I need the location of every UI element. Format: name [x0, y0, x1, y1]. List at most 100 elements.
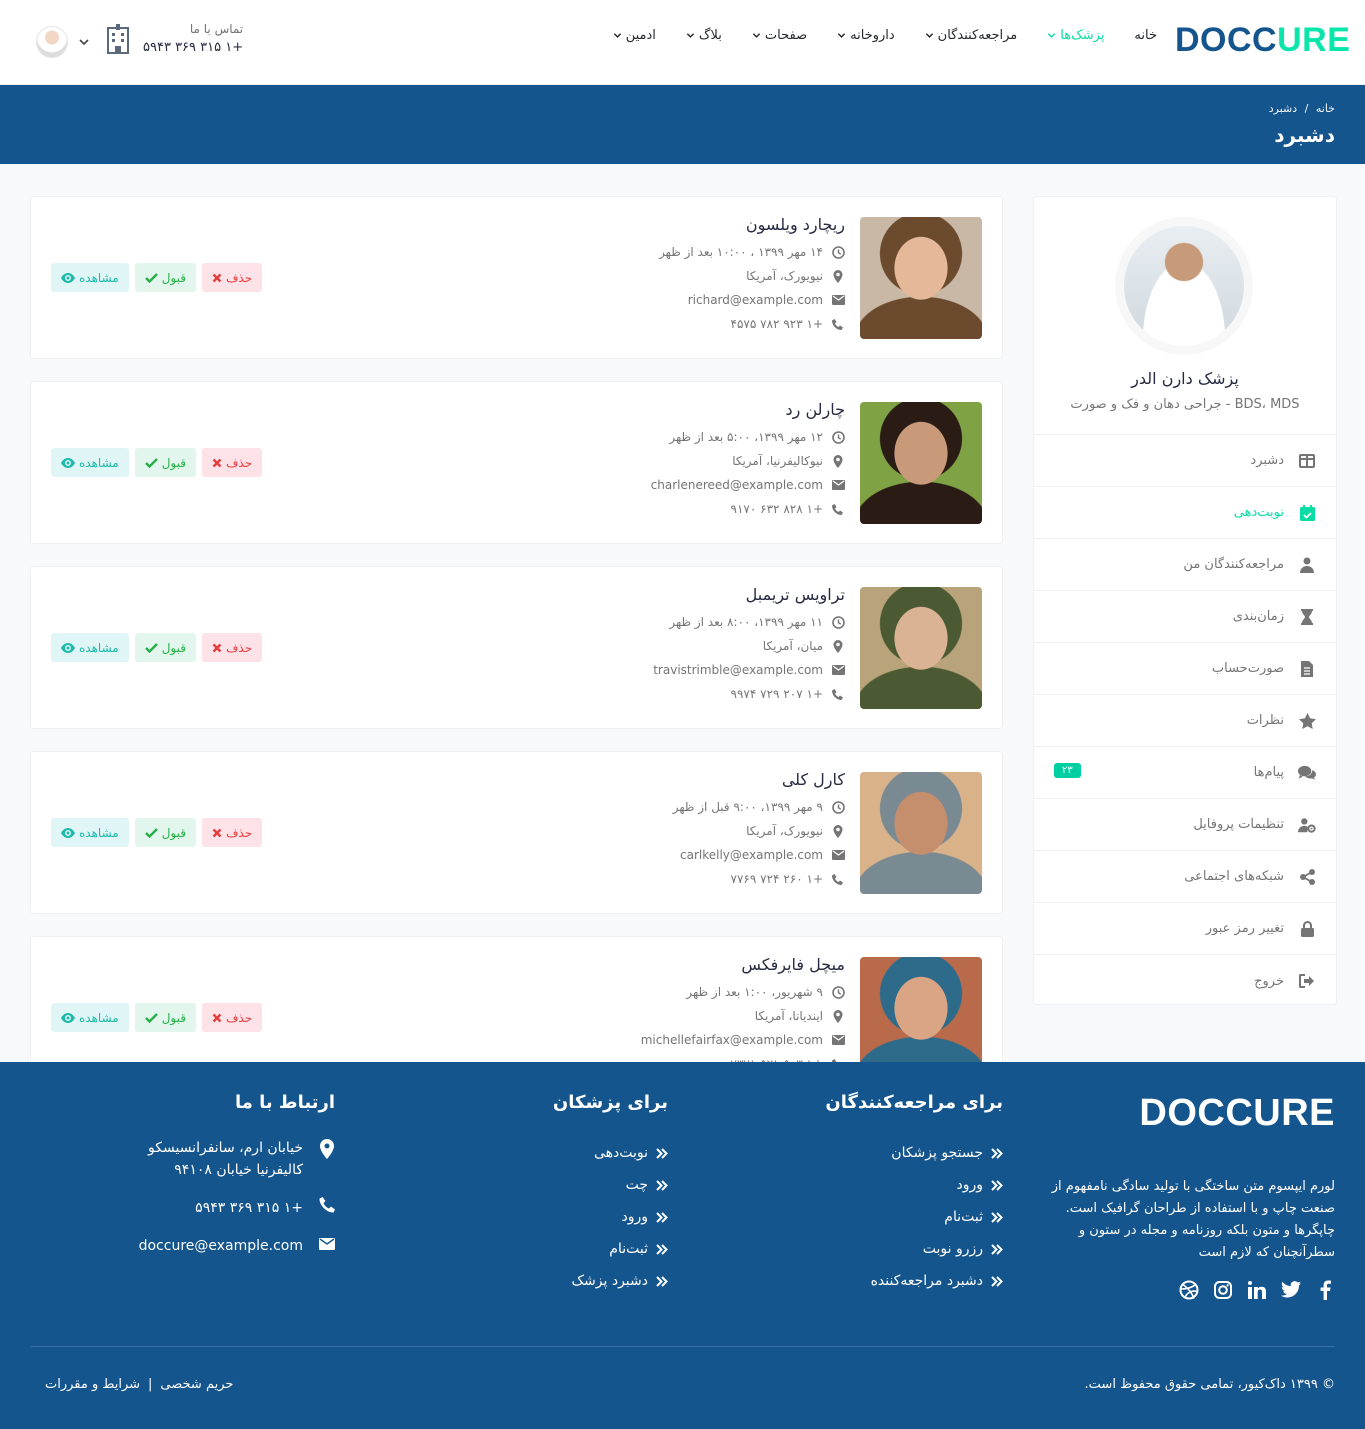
patient-phone: +۱ ۲۰۷ ۷۲۹ ۹۹۷۴	[730, 687, 823, 701]
patient-datetime: ۱۱ مهر ۱۳۹۹، ۸:۰۰ بعد از ظهر	[669, 615, 823, 629]
footer-link-label: نوبت‌دهی	[593, 1145, 648, 1161]
footer-phone-row: +۱ ۳۱۵ ۳۶۹ ۵۹۴۳	[30, 1197, 335, 1219]
footer-link[interactable]: دشبرد مراجعه‌کننده	[825, 1265, 1003, 1297]
envelope-icon	[319, 1238, 335, 1250]
delete-button[interactable]: حذف	[201, 633, 263, 662]
patient-name[interactable]: کارل کلی	[673, 770, 845, 789]
eye-icon	[61, 1012, 75, 1023]
breadcrumb-home[interactable]: خانه	[1316, 102, 1335, 115]
sidebar-item[interactable]: نوبت‌دهی	[1034, 487, 1336, 539]
times-icon	[212, 458, 222, 468]
sidebar-item[interactable]: زمان‌بندی	[1034, 591, 1336, 643]
twitter-icon[interactable]	[1281, 1280, 1301, 1300]
map-marker-icon	[831, 639, 845, 653]
sidebar-item[interactable]: تغییر رمز عبور	[1034, 903, 1336, 955]
patient-email: travistrimble@example.com	[653, 663, 823, 677]
nav-item[interactable]: پزشک‌ها	[1047, 28, 1104, 43]
address-line1: خیابان ارم، سانفرانسیسکو	[148, 1140, 303, 1156]
patient-name[interactable]: ریچارد ویلسون	[659, 215, 845, 234]
patient-email: richard@example.com	[687, 293, 823, 307]
patient-email: carlkelly@example.com	[680, 848, 823, 862]
view-button[interactable]: مشاهده	[51, 633, 129, 662]
patient-name[interactable]: تراویس تریمبل	[653, 585, 845, 604]
sidebar-item[interactable]: صورت‌حساب	[1034, 643, 1336, 695]
footer-logo[interactable]: DOCCURE	[1139, 1092, 1335, 1135]
appointment-card: چارلن رد ۱۲ مهر ۱۳۹۹، ۵:۰۰ بعد از ظهر نیوک…	[30, 381, 1003, 544]
facebook-icon[interactable]	[1315, 1280, 1335, 1300]
privacy-link[interactable]: حریم شخصی	[160, 1377, 233, 1392]
patient-location-row: نیویورک، آمریکا	[659, 264, 845, 288]
view-button[interactable]: مشاهده	[51, 263, 129, 292]
patient-photo[interactable]	[860, 402, 982, 524]
user-menu[interactable]	[36, 26, 90, 58]
patient-name[interactable]: چارلن رد	[651, 400, 845, 419]
footer-link[interactable]: ثبت‌نام	[825, 1201, 1003, 1233]
nav-item[interactable]: صفحات	[752, 28, 807, 43]
patient-datetime: ۹ شهریور، ۱:۰۰ بعد از ظهر	[686, 985, 823, 999]
times-icon	[212, 273, 222, 283]
nav-item[interactable]: ادمین	[613, 28, 656, 43]
footer-link[interactable]: نوبت‌دهی	[553, 1137, 668, 1169]
angle-double-icon	[991, 1147, 1003, 1159]
footer-link[interactable]: ورود	[553, 1201, 668, 1233]
accept-button[interactable]: قبول	[134, 1003, 196, 1032]
lock-icon	[1298, 920, 1316, 938]
accept-button[interactable]: قبول	[134, 633, 196, 662]
patient-photo[interactable]	[860, 957, 982, 1062]
footer-link[interactable]: رزرو نوبت	[825, 1233, 1003, 1265]
footer-patients-column: برای مراجعه‌کنندگان جستجو پزشکان ورود ثبت‌…	[825, 1092, 1003, 1297]
patient-photo[interactable]	[860, 217, 982, 339]
accept-label: قبول	[161, 270, 186, 285]
patient-info: تراویس تریمبل ۱۱ مهر ۱۳۹۹، ۸:۰۰ بعد از ظه…	[653, 585, 845, 706]
sidebar-item[interactable]: نظرات	[1034, 695, 1336, 747]
footer-link[interactable]: چت	[553, 1169, 668, 1201]
view-button[interactable]: مشاهده	[51, 1003, 129, 1032]
chevron-down-icon	[925, 31, 934, 40]
patient-name[interactable]: میچل فایرفکس	[641, 955, 845, 974]
clock-icon	[831, 615, 845, 629]
comments-icon	[1298, 764, 1316, 782]
patient-photo[interactable]	[860, 587, 982, 709]
patient-phone-row: +۱ ۹۲۳ ۷۸۲ ۴۵۷۵	[659, 312, 845, 336]
instagram-icon[interactable]	[1213, 1280, 1233, 1300]
patient-phone-row: +۱ ۲۶۰ ۷۲۴ ۷۷۶۹	[673, 867, 845, 891]
accept-button[interactable]: قبول	[134, 818, 196, 847]
site-logo[interactable]: DOCCURE	[1175, 18, 1350, 62]
delete-label: حذف	[225, 640, 253, 655]
linkedin-icon[interactable]	[1247, 1280, 1267, 1300]
footer-link[interactable]: ورود	[825, 1169, 1003, 1201]
nav-item[interactable]: داروخانه	[837, 28, 895, 43]
nav-item[interactable]: مراجعه‌کنندگان	[925, 28, 1017, 43]
sidebar-item[interactable]: تنظیمات پروفایل	[1034, 799, 1336, 851]
delete-button[interactable]: حذف	[201, 1003, 263, 1032]
view-button[interactable]: مشاهده	[51, 818, 129, 847]
sidebar-item[interactable]: خروج	[1034, 955, 1336, 1007]
nav-item[interactable]: بلاگ	[686, 28, 722, 43]
view-button[interactable]: مشاهده	[51, 448, 129, 477]
sidebar-item[interactable]: پیام‌ها ۲۳	[1034, 747, 1336, 799]
footer-link[interactable]: جستجو پزشکان	[825, 1137, 1003, 1169]
appointment-card: تراویس تریمبل ۱۱ مهر ۱۳۹۹، ۸:۰۰ بعد از ظه…	[30, 566, 1003, 729]
footer-link[interactable]: ثبت‌نام	[553, 1233, 668, 1265]
sidebar-item[interactable]: شبکه‌های اجتماعی	[1034, 851, 1336, 903]
patient-email-row: carlkelly@example.com	[673, 843, 845, 867]
patient-photo[interactable]	[860, 772, 982, 894]
accept-button[interactable]: قبول	[134, 263, 196, 292]
sidebar-item[interactable]: مراجعه‌کنندگان من	[1034, 539, 1336, 591]
terms-link[interactable]: شرایط و مقررات	[45, 1377, 140, 1392]
footer-policy-links: شرایط و مقررات | حریم شخصی	[45, 1377, 233, 1392]
avatar[interactable]	[36, 26, 68, 58]
footer-link[interactable]: دشبرد پزشک	[553, 1265, 668, 1297]
accept-label: قبول	[161, 455, 186, 470]
delete-button[interactable]: حذف	[201, 448, 263, 477]
footer-email[interactable]: doccure@example.com	[139, 1235, 303, 1257]
chevron-down-icon[interactable]	[78, 36, 90, 48]
dribbble-icon[interactable]	[1179, 1280, 1199, 1300]
delete-button[interactable]: حذف	[201, 818, 263, 847]
nav-item[interactable]: خانه	[1134, 28, 1157, 43]
patient-datetime: ۱۴ مهر ۱۳۹۹ ، ۱۰:۰۰ بعد از ظهر	[659, 245, 823, 259]
sidebar-item[interactable]: دشبرد	[1034, 435, 1336, 487]
accept-button[interactable]: قبول	[134, 448, 196, 477]
patient-location: میان، آمریکا	[762, 639, 823, 653]
delete-button[interactable]: حذف	[201, 263, 263, 292]
